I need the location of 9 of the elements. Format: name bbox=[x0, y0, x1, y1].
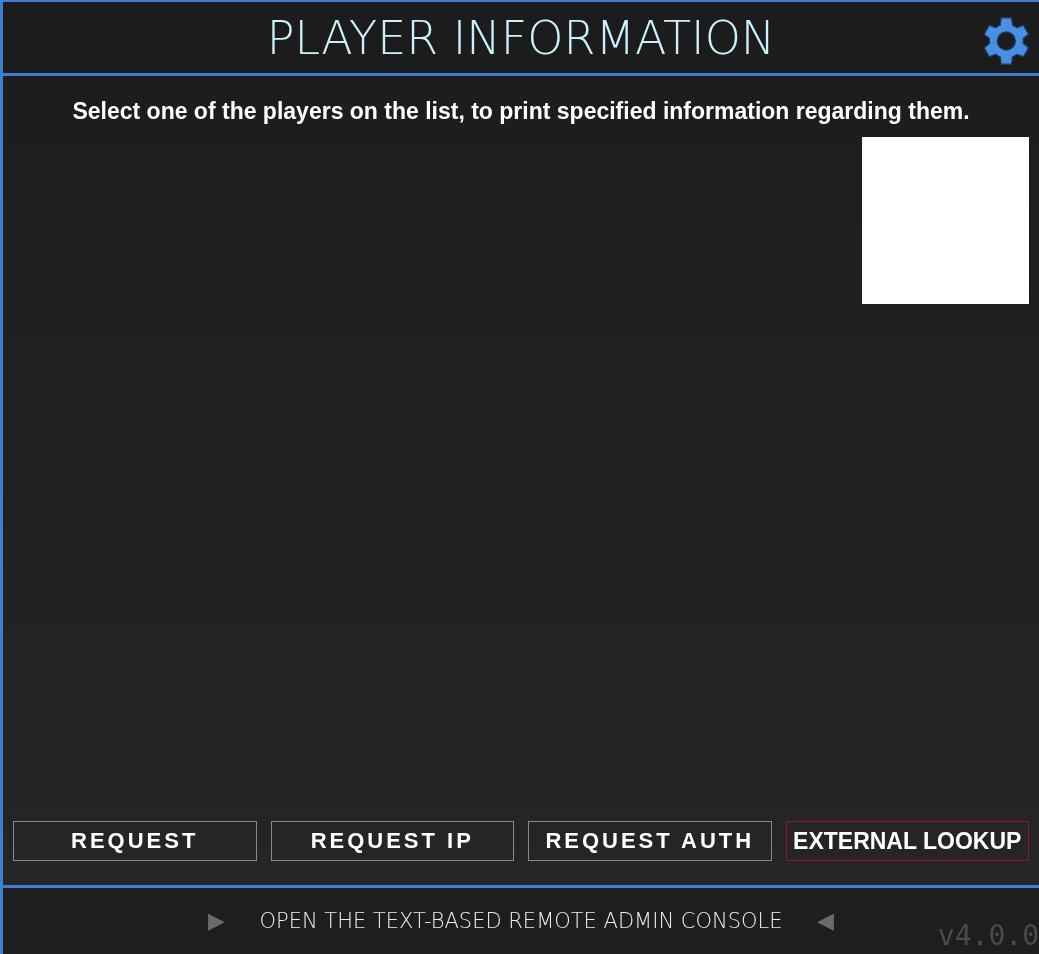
console-link[interactable]: OPEN THE TEXT-BASED REMOTE ADMIN CONSOLE bbox=[259, 909, 783, 933]
request-button[interactable]: REQUEST bbox=[13, 821, 257, 861]
request-button[interactable]: REQUEST AUTH bbox=[528, 821, 772, 861]
lookup-button[interactable]: EXTERNAL LOOKUP bbox=[785, 821, 1029, 861]
arrow-text: ◀ bbox=[816, 908, 834, 934]
window-title: PLAYER INFORMATION bbox=[266, 10, 776, 65]
instruction-text: Select one of the players on the list, to print specified information regarding them. bbox=[71, 98, 971, 125]
request-button[interactable]: REQUEST IP bbox=[270, 821, 514, 861]
arrow-text: ▶ bbox=[208, 908, 226, 934]
